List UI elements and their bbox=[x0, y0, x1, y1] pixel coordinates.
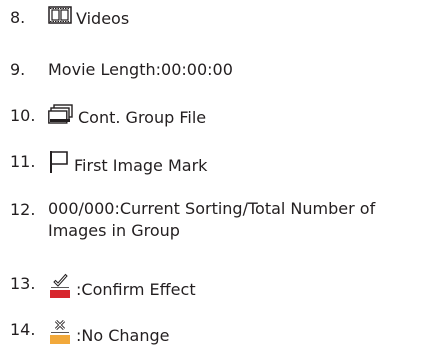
flag-icon bbox=[48, 150, 70, 181]
item-number: 10. bbox=[10, 106, 36, 125]
item-text: First Image Mark bbox=[74, 155, 208, 175]
item-text: 000/000:Current Sorting/Total Number of … bbox=[48, 199, 376, 240]
item-number: 13. bbox=[10, 274, 36, 293]
item-content: Cont. Group File bbox=[48, 104, 418, 131]
item-number: 9. bbox=[10, 60, 26, 79]
item-number: 11. bbox=[10, 152, 36, 171]
item-content: 000/000:Current Sorting/Total Number of … bbox=[48, 198, 418, 242]
item-content: Videos bbox=[48, 6, 418, 31]
item-number: 12. bbox=[10, 200, 36, 219]
item-text: Cont. Group File bbox=[78, 107, 207, 127]
item-number: 14. bbox=[10, 320, 36, 339]
stacked-files-icon bbox=[48, 104, 74, 131]
cross-orange-icon bbox=[48, 318, 72, 353]
item-content: :No Change bbox=[48, 318, 418, 353]
item-content: :Confirm Effect bbox=[48, 272, 418, 307]
video-frames-icon bbox=[48, 6, 72, 31]
item-content: Movie Length:00:00:00 bbox=[48, 58, 418, 82]
item-number: 8. bbox=[10, 8, 26, 27]
item-text: :No Change bbox=[76, 325, 170, 345]
item-content: First Image Mark bbox=[48, 150, 418, 181]
item-text: Videos bbox=[76, 8, 130, 28]
item-text: Movie Length:00:00:00 bbox=[48, 60, 233, 79]
item-text: :Confirm Effect bbox=[76, 279, 196, 299]
checkmark-red-icon bbox=[48, 272, 72, 307]
numbered-list: 8. Videos 9. Movie Length:00:00:00 10. C… bbox=[0, 0, 421, 355]
